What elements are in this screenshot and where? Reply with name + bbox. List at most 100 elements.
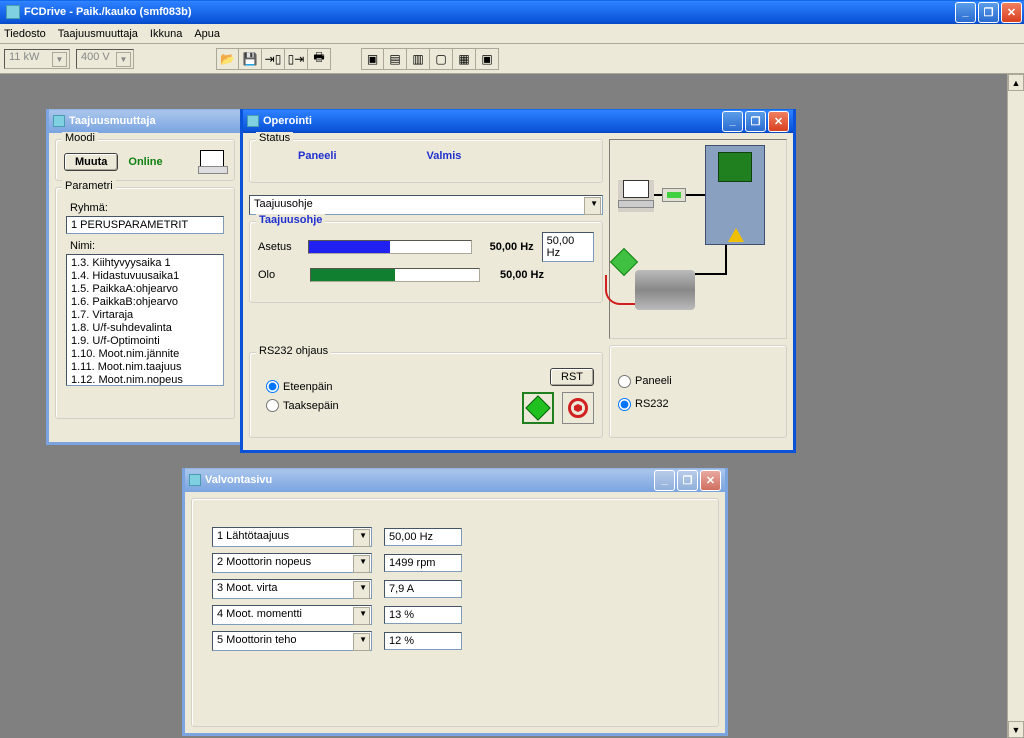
list-item[interactable]: 1.8. U/f-suhdevalinta xyxy=(69,322,221,335)
monitor-param-select[interactable]: 4 Moot. momentti xyxy=(212,605,372,625)
list-item[interactable]: 1.4. Hidastuvuusaika1 xyxy=(69,270,221,283)
close-button[interactable]: ✕ xyxy=(1001,2,1022,23)
mon-maximize-button[interactable]: ❐ xyxy=(677,470,698,491)
monitor-param-select[interactable]: 5 Moottorin teho xyxy=(212,631,372,651)
mdi-area: ▲ ▼ Taajuusmuuttaja Moodi Muuta Online xyxy=(0,74,1024,738)
actual-label: Olo xyxy=(258,269,302,281)
monitor-param-select[interactable]: 1 Lähtötaajuus xyxy=(212,527,372,547)
monitor-window[interactable]: Valvontasivu _ ❐ ✕ 1 Lähtötaajuus50,00 H… xyxy=(182,468,728,736)
main-window: FCDrive - Paik./kauko (smf083b) _ ❐ ✕ Ti… xyxy=(0,0,1024,738)
system-diagram xyxy=(609,139,787,339)
list-item[interactable]: 1.3. Kiihtyvyysaika 1 xyxy=(69,257,221,270)
monitor-param-select[interactable]: 3 Moot. virta xyxy=(212,579,372,599)
mon-close-button[interactable]: ✕ xyxy=(700,470,721,491)
op-minimize-button[interactable]: _ xyxy=(722,111,743,132)
operation-body: Status Paneeli Valmis Taajuusohje Taajuu… xyxy=(243,133,793,450)
monitor-value: 1499 rpm xyxy=(384,554,462,572)
status-panel-text: Paneeli xyxy=(298,150,337,162)
open-icon[interactable]: 📂 xyxy=(216,48,239,70)
list-item[interactable]: 1.6. PaikkaB:ohjearvo xyxy=(69,296,221,309)
upload-icon[interactable]: ⇥▯ xyxy=(262,48,285,70)
monitor-titlebar[interactable]: Valvontasivu _ ❐ ✕ xyxy=(185,468,725,492)
list-item[interactable]: 1.11. Moot.nim.taajuus xyxy=(69,361,221,374)
list-item[interactable]: 1.7. Virtaraja xyxy=(69,309,221,322)
toolbar: 11 kW 400 V 📂 💾 ⇥▯ ▯⇥ 🖶 ▣ ▤ ▥ ▢ ▦ ▣ xyxy=(0,44,1024,74)
monitor-group: 1 Lähtötaajuus50,00 Hz2 Moottorin nopeus… xyxy=(191,498,719,727)
forward-radio[interactable]: Eteenpäin xyxy=(266,380,339,393)
monitor-body: 1 Lähtötaajuus50,00 Hz2 Moottorin nopeus… xyxy=(185,492,725,733)
control-source-group: Paneeli RS232 xyxy=(609,345,787,438)
window2-icon[interactable]: ▤ xyxy=(384,48,407,70)
menu-file[interactable]: Tiedosto xyxy=(4,28,46,40)
main-titlebar: FCDrive - Paik./kauko (smf083b) _ ❐ ✕ xyxy=(0,0,1024,24)
setpoint-value: 50,00 Hz xyxy=(480,241,534,253)
group-value[interactable]: 1 PERUSPARAMETRIT xyxy=(66,216,224,234)
print-icon[interactable]: 🖶 xyxy=(308,48,331,70)
diagram-motor-icon xyxy=(635,270,695,310)
menu-converter[interactable]: Taajuusmuuttaja xyxy=(58,28,138,40)
backward-radio[interactable]: Taaksepäin xyxy=(266,399,339,412)
power-select[interactable]: 11 kW xyxy=(4,49,70,69)
mode-label: Moodi xyxy=(62,132,98,144)
op-maximize-button[interactable]: ❐ xyxy=(745,111,766,132)
menu-window[interactable]: Ikkuna xyxy=(150,28,182,40)
setpoint-bar xyxy=(308,240,472,254)
app-title: FCDrive - Paik./kauko (smf083b) xyxy=(24,6,955,18)
reference-select[interactable]: Taajuusohje xyxy=(249,195,603,215)
setpoint-input[interactable]: 50,00 Hz xyxy=(542,232,594,262)
window1-icon[interactable]: ▣ xyxy=(361,48,384,70)
menu-help[interactable]: Apua xyxy=(194,28,220,40)
start-icon xyxy=(525,395,550,420)
scroll-up-icon[interactable]: ▲ xyxy=(1008,74,1024,91)
panel-radio[interactable]: Paneeli xyxy=(618,375,778,388)
operation-titlebar[interactable]: Operointi _ ❐ ✕ xyxy=(243,109,793,133)
param-list[interactable]: 1.3. Kiihtyvyysaika 1 1.4. Hidastuvuusai… xyxy=(66,254,224,386)
converter-title: Taajuusmuuttaja xyxy=(69,115,237,127)
monitor-row: 5 Moottorin teho12 % xyxy=(212,631,710,651)
diagram-link-icon xyxy=(662,188,686,202)
op-close-button[interactable]: ✕ xyxy=(768,111,789,132)
rs232-group: RS232 ohjaus Eteenpäin Taaksepäin RST xyxy=(249,352,603,438)
list-item[interactable]: 1.12. Moot.nim.nopeus xyxy=(69,374,221,386)
monitor-row: 3 Moot. virta 7,9 A xyxy=(212,579,710,599)
status-group: Status Paneeli Valmis xyxy=(249,139,603,183)
computer-icon xyxy=(198,150,226,174)
stop-button[interactable] xyxy=(562,392,594,424)
voltage-select[interactable]: 400 V xyxy=(76,49,134,69)
monitor-value: 7,9 A xyxy=(384,580,462,598)
operation-title: Operointi xyxy=(263,115,722,127)
change-button[interactable]: Muuta xyxy=(64,153,118,171)
window6-icon[interactable]: ▣ xyxy=(476,48,499,70)
window5-icon[interactable]: ▦ xyxy=(453,48,476,70)
list-item[interactable]: 1.9. U/f-Optimointi xyxy=(69,335,221,348)
app-icon xyxy=(6,5,20,19)
toolbar-group-file: 📂 💾 ⇥▯ ▯⇥ 🖶 xyxy=(216,48,331,70)
mon-minimize-button[interactable]: _ xyxy=(654,470,675,491)
param-label: Parametri xyxy=(62,180,116,192)
diagram-chip-icon xyxy=(718,152,752,182)
stop-icon xyxy=(568,398,588,418)
maximize-button[interactable]: ❐ xyxy=(978,2,999,23)
diagram-run-icon xyxy=(610,248,638,276)
converter-window[interactable]: Taajuusmuuttaja Moodi Muuta Online Param… xyxy=(46,109,244,445)
rs232-radio[interactable]: RS232 xyxy=(618,398,778,411)
scroll-down-icon[interactable]: ▼ xyxy=(1008,721,1024,738)
warning-icon xyxy=(728,228,744,242)
converter-titlebar[interactable]: Taajuusmuuttaja xyxy=(49,109,241,133)
download-icon[interactable]: ▯⇥ xyxy=(285,48,308,70)
vertical-scrollbar[interactable]: ▲ ▼ xyxy=(1007,74,1024,738)
operation-window[interactable]: Operointi _ ❐ ✕ Status Paneeli Valmis xyxy=(240,109,796,453)
window3-icon[interactable]: ▥ xyxy=(407,48,430,70)
name-label: Nimi: xyxy=(70,240,220,252)
monitor-param-select[interactable]: 2 Moottorin nopeus xyxy=(212,553,372,573)
save-icon[interactable]: 💾 xyxy=(239,48,262,70)
monitor-title: Valvontasivu xyxy=(205,474,654,486)
param-group: Parametri Ryhmä: 1 PERUSPARAMETRIT Nimi:… xyxy=(55,187,235,419)
start-button[interactable] xyxy=(522,392,554,424)
list-item[interactable]: 1.10. Moot.nim.jännite xyxy=(69,348,221,361)
window4-icon[interactable]: ▢ xyxy=(430,48,453,70)
list-item[interactable]: 1.5. PaikkaA:ohjearvo xyxy=(69,283,221,296)
minimize-button[interactable]: _ xyxy=(955,2,976,23)
online-status: Online xyxy=(128,156,162,168)
rst-button[interactable]: RST xyxy=(550,368,594,386)
